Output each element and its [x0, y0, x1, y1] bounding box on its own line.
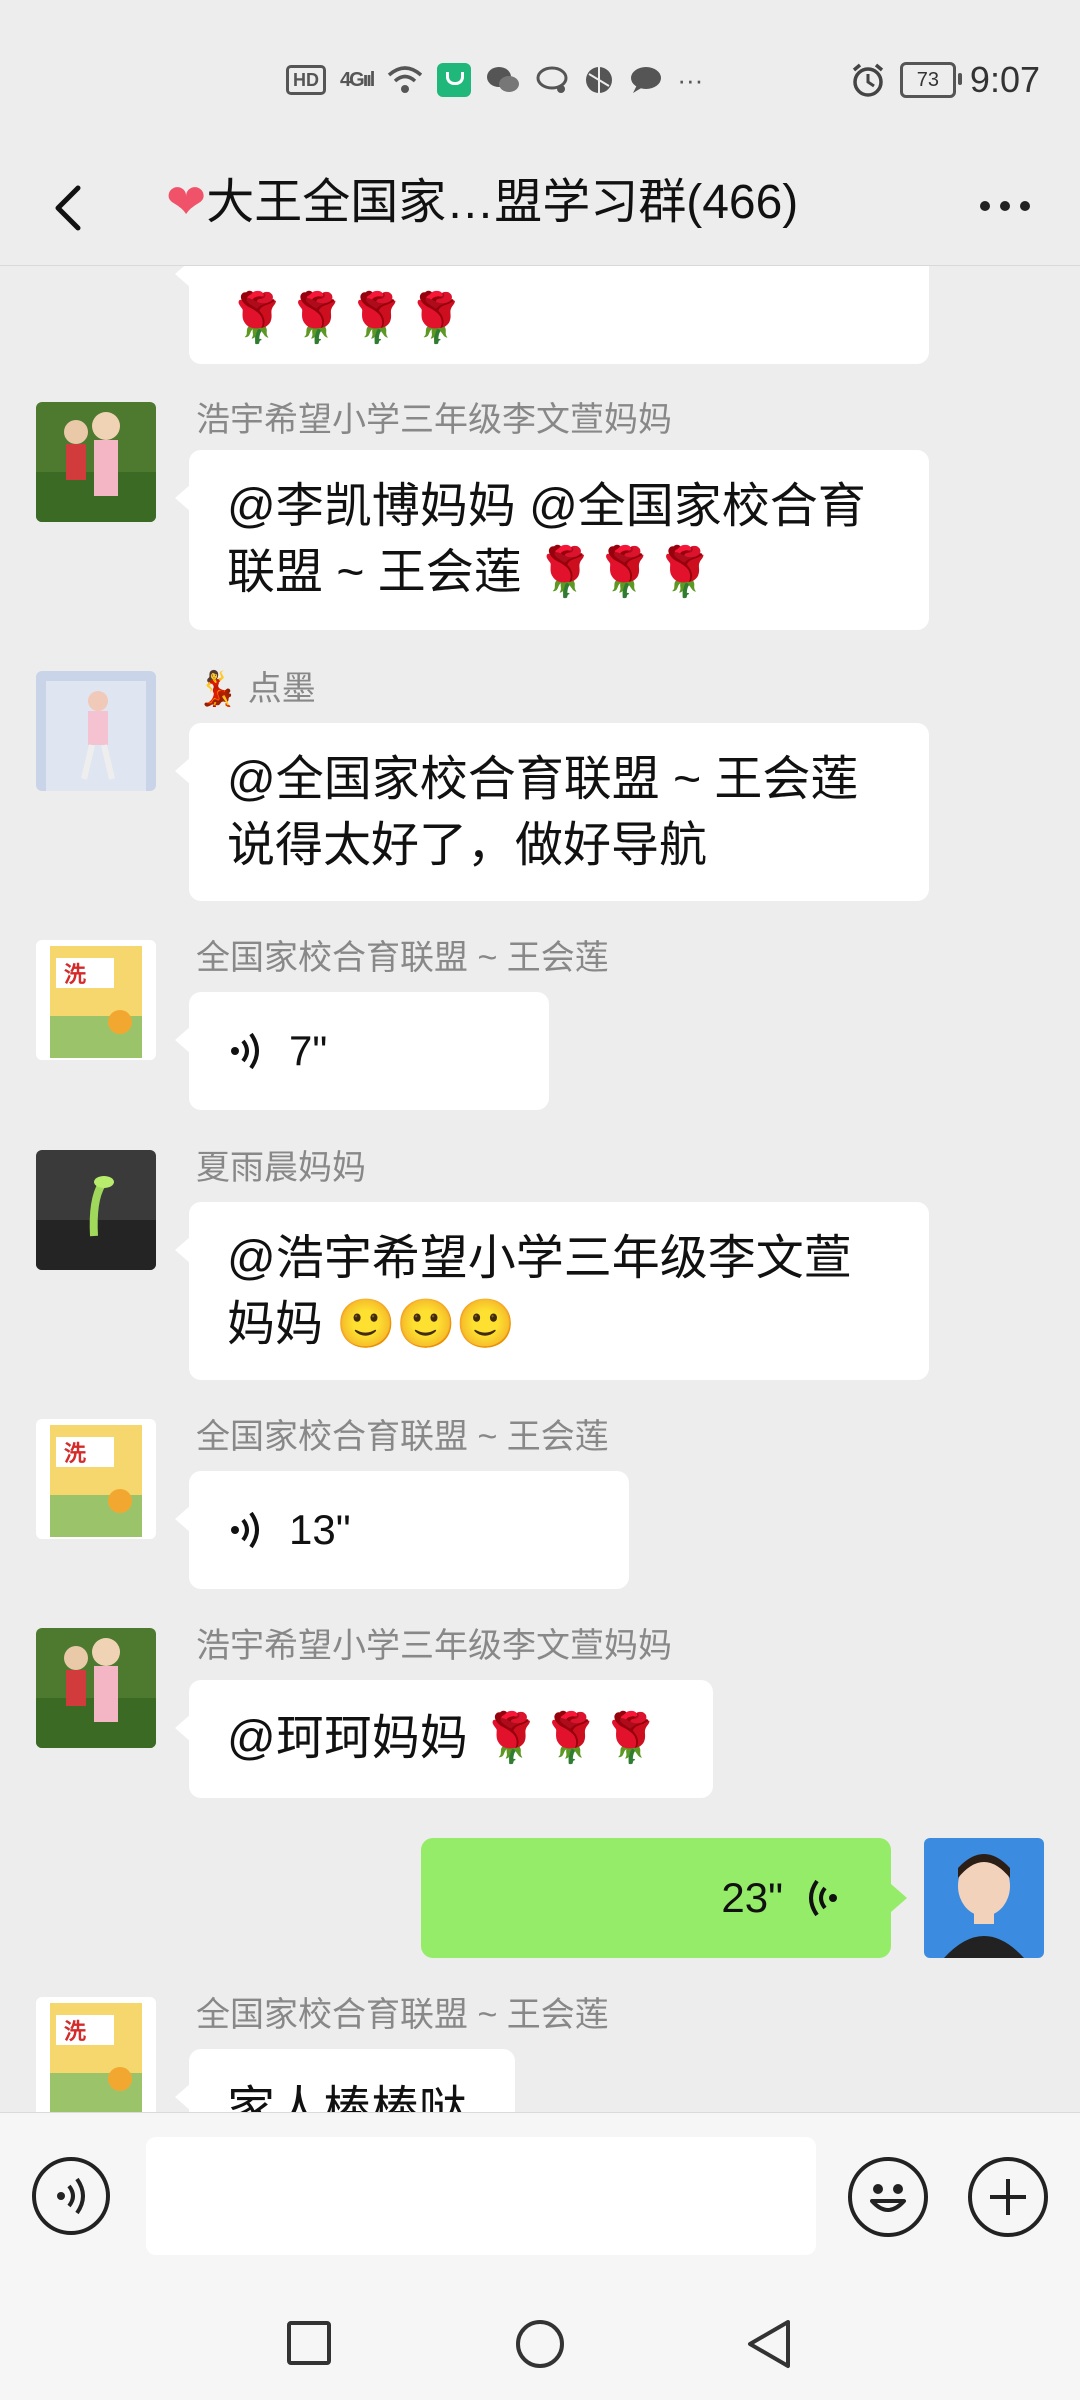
alarm-icon — [852, 63, 884, 97]
voice-duration: 13" — [289, 1506, 351, 1553]
voice-message-bubble[interactable]: 7" — [175, 992, 549, 1110]
voice-wave-icon — [231, 1511, 259, 1549]
back-button[interactable] — [40, 178, 100, 238]
message-bubble[interactable]: 家人棒棒哒 — [175, 2049, 515, 2112]
hd-indicator: HD — [286, 65, 326, 95]
sender-name: 浩宇希望小学三年级李文萱妈妈 — [196, 401, 672, 439]
svg-text:洗: 洗 — [64, 1442, 86, 1467]
chat-header: ❤大王全国家…盟学习群(466) — [0, 150, 1080, 265]
sender-name: 💃 点墨 — [196, 670, 316, 708]
clock: 9:07 — [969, 59, 1040, 100]
heart-icon: ❤ — [166, 176, 207, 229]
sender-badge: 💃 — [196, 670, 239, 708]
avatar[interactable]: 洗 — [36, 1997, 156, 2112]
chevron-left-icon — [55, 185, 81, 231]
voice-duration: 7" — [289, 1027, 328, 1074]
network-indicator: 4Gııl — [340, 68, 375, 91]
avatar[interactable] — [36, 402, 156, 522]
emoji-button[interactable] — [848, 2157, 928, 2237]
globe-icon — [586, 67, 613, 93]
chat-title: ❤大王全国家…盟学习群(466) — [166, 176, 799, 229]
message-bubble[interactable]: @李凯博妈妈 @全国家校合育 联盟 ~ 王会莲 🌹🌹🌹 — [175, 450, 929, 630]
message-bubble[interactable]: @全国家校合育联盟 ~ 王会莲 说得太好了，做好导航 — [175, 723, 929, 901]
voice-input-button[interactable] — [32, 2157, 110, 2235]
recent-apps-button[interactable] — [286, 2320, 332, 2366]
svg-text:洗: 洗 — [64, 2020, 86, 2045]
message-icon — [631, 67, 662, 93]
voice-message-bubble[interactable]: 13" — [175, 1471, 629, 1589]
my-avatar[interactable] — [924, 1838, 1044, 1958]
avatar[interactable]: 洗 — [36, 940, 156, 1060]
message-bubble[interactable]: 🌹🌹🌹🌹 — [175, 266, 929, 364]
sender-name: 全国家校合育联盟 ~ 王会莲 — [196, 1418, 609, 1456]
more-icon — [980, 201, 990, 211]
voice-message-bubble-self[interactable]: 23" — [421, 1838, 907, 1958]
sender-name: 全国家校合育联盟 ~ 王会莲 — [196, 939, 609, 977]
home-button[interactable] — [514, 2318, 566, 2370]
chat-bubble-icon — [536, 66, 568, 93]
voice-icon — [57, 2177, 85, 2215]
wechat-icon — [487, 67, 520, 92]
avatar[interactable] — [36, 1150, 156, 1270]
sender-name: 夏雨晨妈妈 — [196, 1149, 366, 1187]
smiley-icon — [870, 2184, 906, 2212]
voice-wave-icon — [231, 1032, 259, 1070]
status-icons-right: 73 9:07 — [850, 58, 1040, 102]
battery-icon: 73 — [899, 62, 962, 98]
message-input[interactable] — [146, 2137, 816, 2255]
avatar[interactable] — [36, 1628, 156, 1748]
app-notification-icon — [437, 63, 472, 97]
message-bubble[interactable]: @珂珂妈妈 🌹🌹🌹 — [175, 1680, 713, 1798]
sender-name: 全国家校合育联盟 ~ 王会莲 — [196, 1996, 609, 2034]
more-functions-button[interactable] — [968, 2157, 1048, 2237]
system-navigation-bar — [0, 2284, 1080, 2400]
voice-wave-icon — [809, 1879, 837, 1917]
back-nav-button[interactable] — [744, 2318, 794, 2370]
avatar[interactable]: 洗 — [36, 1419, 156, 1539]
message-bubble[interactable]: @浩宇希望小学三年级李文萱 妈妈 🙂🙂🙂 — [175, 1202, 929, 1380]
status-icons-left: HD 4Gııl ··· — [286, 58, 703, 102]
chat-info-button[interactable] — [970, 176, 1040, 236]
sender-name: 浩宇希望小学三年级李文萱妈妈 — [196, 1627, 672, 1665]
voice-duration: 23" — [721, 1874, 783, 1921]
plus-icon — [990, 2179, 1026, 2215]
input-bar — [0, 2112, 1080, 2285]
message-list[interactable]: 🌹🌹🌹🌹 浩宇希望小学三年级李文萱妈妈 @李凯博妈妈 @全国家校合育 联盟 ~ … — [0, 266, 1080, 2112]
avatar[interactable] — [36, 671, 156, 791]
status-bar: HD 4Gııl ··· 73 9:07 — [0, 0, 1080, 150]
wifi-icon — [388, 66, 423, 93]
more-notifications-icon: ··· — [677, 64, 704, 95]
svg-text:洗: 洗 — [64, 963, 86, 988]
